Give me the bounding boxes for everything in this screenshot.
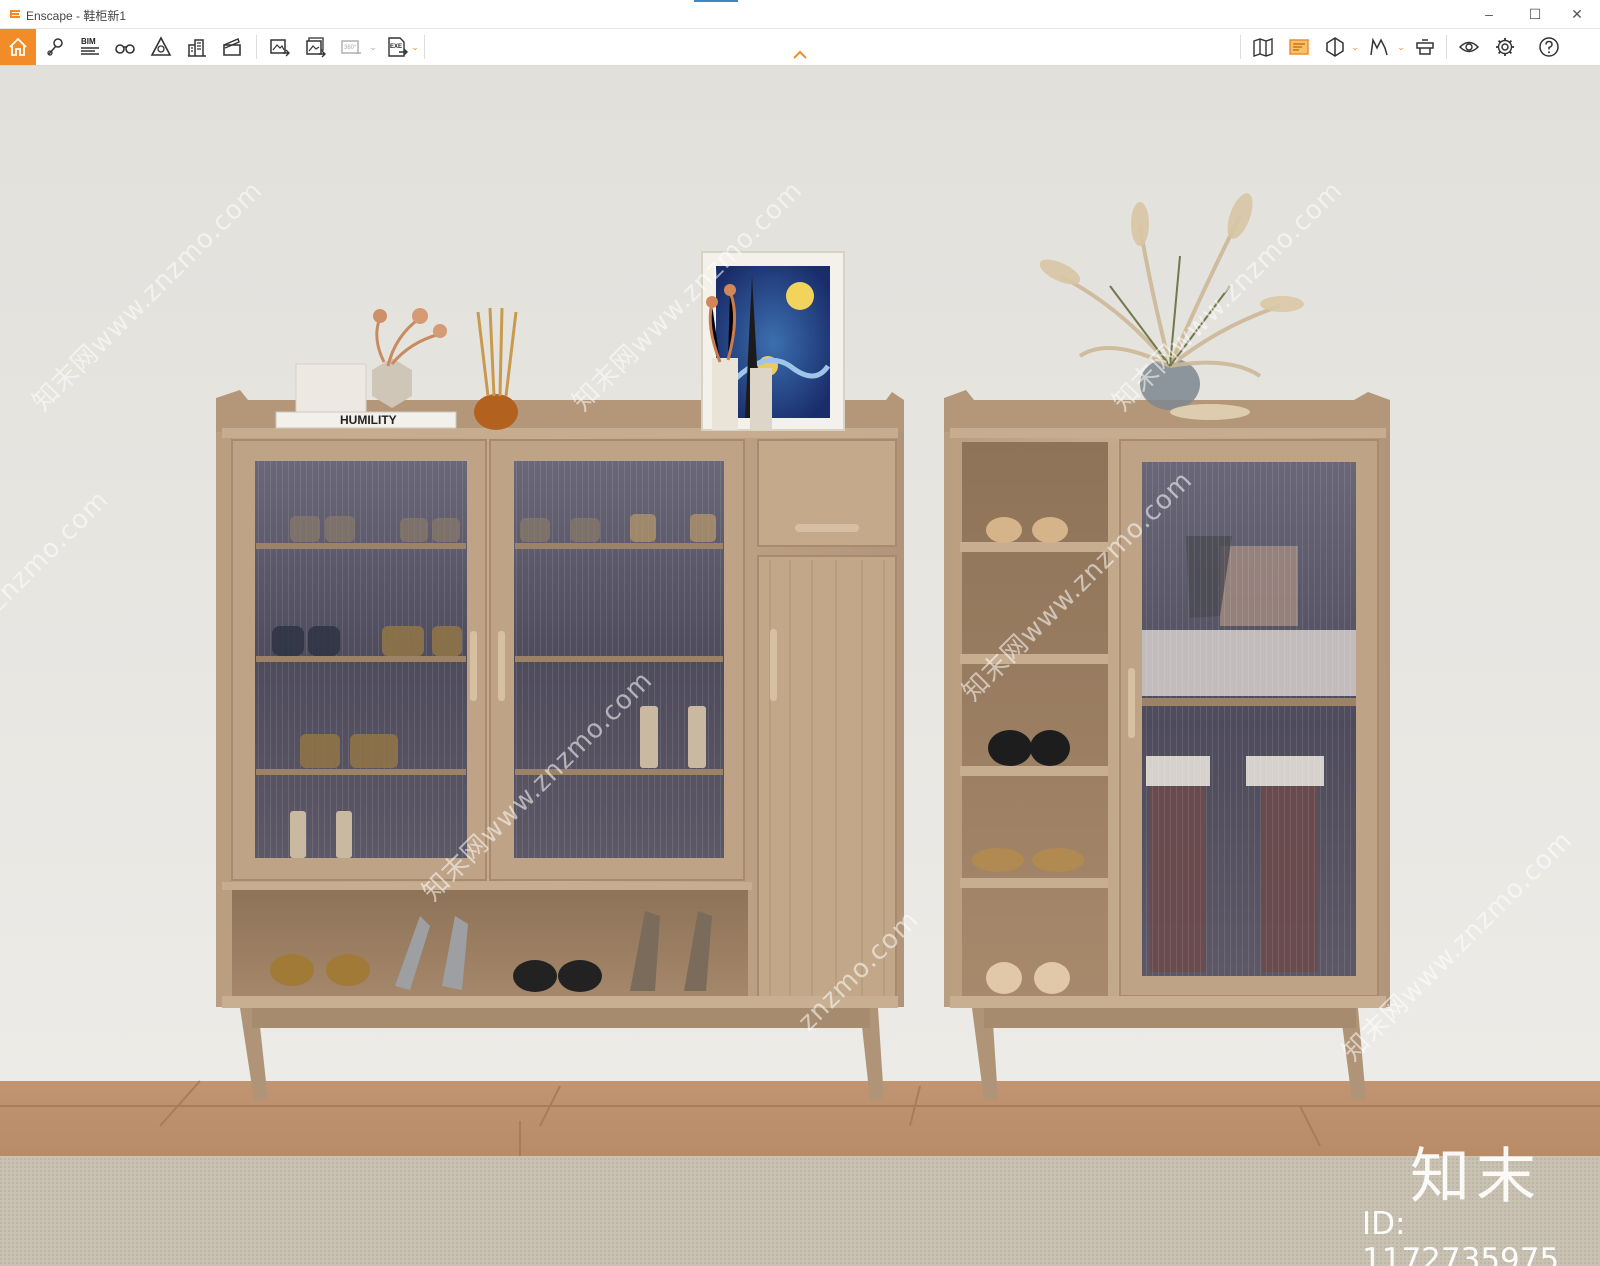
toolbar-separator xyxy=(256,35,257,59)
panorama-dropdown-chevron-icon[interactable]: ⌄ xyxy=(368,29,378,65)
batch-render-button[interactable] xyxy=(298,29,332,65)
enscape-logo-icon xyxy=(10,10,20,18)
settings-button[interactable] xyxy=(1488,29,1522,65)
maximize-button[interactable]: ☐ xyxy=(1512,0,1558,28)
collaboration-icon xyxy=(1416,39,1434,55)
bim-icon: BIM xyxy=(81,37,99,55)
book-spine-label: HUMILITY xyxy=(340,413,397,427)
vr-icon xyxy=(1370,37,1388,56)
eye-icon xyxy=(1458,41,1480,53)
help-icon xyxy=(1539,37,1559,57)
toolbar-separator xyxy=(1240,35,1241,59)
panorama-button[interactable]: 360° xyxy=(334,29,368,65)
export-dropdown-chevron-icon[interactable]: ⌄ xyxy=(410,29,420,65)
collaboration-button[interactable] xyxy=(1408,29,1442,65)
titlebar-accent xyxy=(694,0,738,2)
walk-mode-button[interactable] xyxy=(108,29,142,65)
home-button[interactable] xyxy=(0,29,36,65)
screenshot-icon xyxy=(270,39,290,57)
vr-headset-button[interactable] xyxy=(1362,29,1396,65)
export-button[interactable]: EXE xyxy=(380,29,414,65)
asset-library-button[interactable] xyxy=(144,29,178,65)
visual-settings-button[interactable] xyxy=(1452,29,1486,65)
toolbar-separator xyxy=(1446,35,1447,59)
location-pin-icon xyxy=(47,38,63,56)
svg-text:EXE: EXE xyxy=(390,44,402,50)
map-icon xyxy=(1253,38,1273,57)
close-button[interactable]: ✕ xyxy=(1554,0,1600,28)
help-button[interactable] xyxy=(1532,29,1566,65)
batch-render-icon xyxy=(306,37,326,58)
home-icon xyxy=(9,37,27,56)
asset-library-icon xyxy=(150,36,172,56)
screenshot-button[interactable] xyxy=(262,29,296,65)
svg-text:360°: 360° xyxy=(344,45,357,51)
gear-icon xyxy=(1496,38,1514,56)
render-scene: HUMILITY xyxy=(0,66,1600,1266)
bim-button[interactable]: BIM xyxy=(73,29,107,65)
main-toolbar: BIM 360° ⌄ EXE ⌄ ⌄ ⌄ xyxy=(0,29,1600,66)
window-titlebar: Enscape - 鞋柜新1 – ☐ ✕ xyxy=(0,0,1600,29)
export-exe-icon: EXE xyxy=(388,37,408,57)
binoculars-icon xyxy=(115,44,135,54)
render-viewport[interactable]: HUMILITY 知末网www.znzmo.com 知末网www.znzmo.c… xyxy=(0,66,1600,1266)
map-button[interactable] xyxy=(1246,29,1280,65)
svg-text:BIM: BIM xyxy=(81,37,96,46)
sun-study-button[interactable] xyxy=(1282,29,1316,65)
watermark-logo: 知末 xyxy=(1410,1142,1542,1212)
view-management-button[interactable] xyxy=(38,29,72,65)
window-title: Enscape - 鞋柜新1 xyxy=(26,9,127,23)
panorama-icon: 360° xyxy=(341,40,361,54)
buildings-icon xyxy=(188,39,206,57)
watermark-id: ID: 1172735975 xyxy=(1362,1206,1560,1266)
vr-dropdown-chevron-icon[interactable]: ⌄ xyxy=(1396,29,1406,65)
collapse-toolbar-chevron-icon[interactable] xyxy=(792,50,808,60)
minimize-button[interactable]: – xyxy=(1466,0,1512,28)
sun-study-icon xyxy=(1289,39,1309,55)
section-box-icon xyxy=(1326,37,1344,57)
sync-views-button[interactable] xyxy=(1318,29,1352,65)
video-editor-button[interactable] xyxy=(215,29,249,65)
sync-dropdown-chevron-icon[interactable]: ⌄ xyxy=(1350,29,1360,65)
clapperboard-icon xyxy=(223,38,241,56)
buildings-button[interactable] xyxy=(180,29,214,65)
toolbar-separator xyxy=(424,35,425,59)
